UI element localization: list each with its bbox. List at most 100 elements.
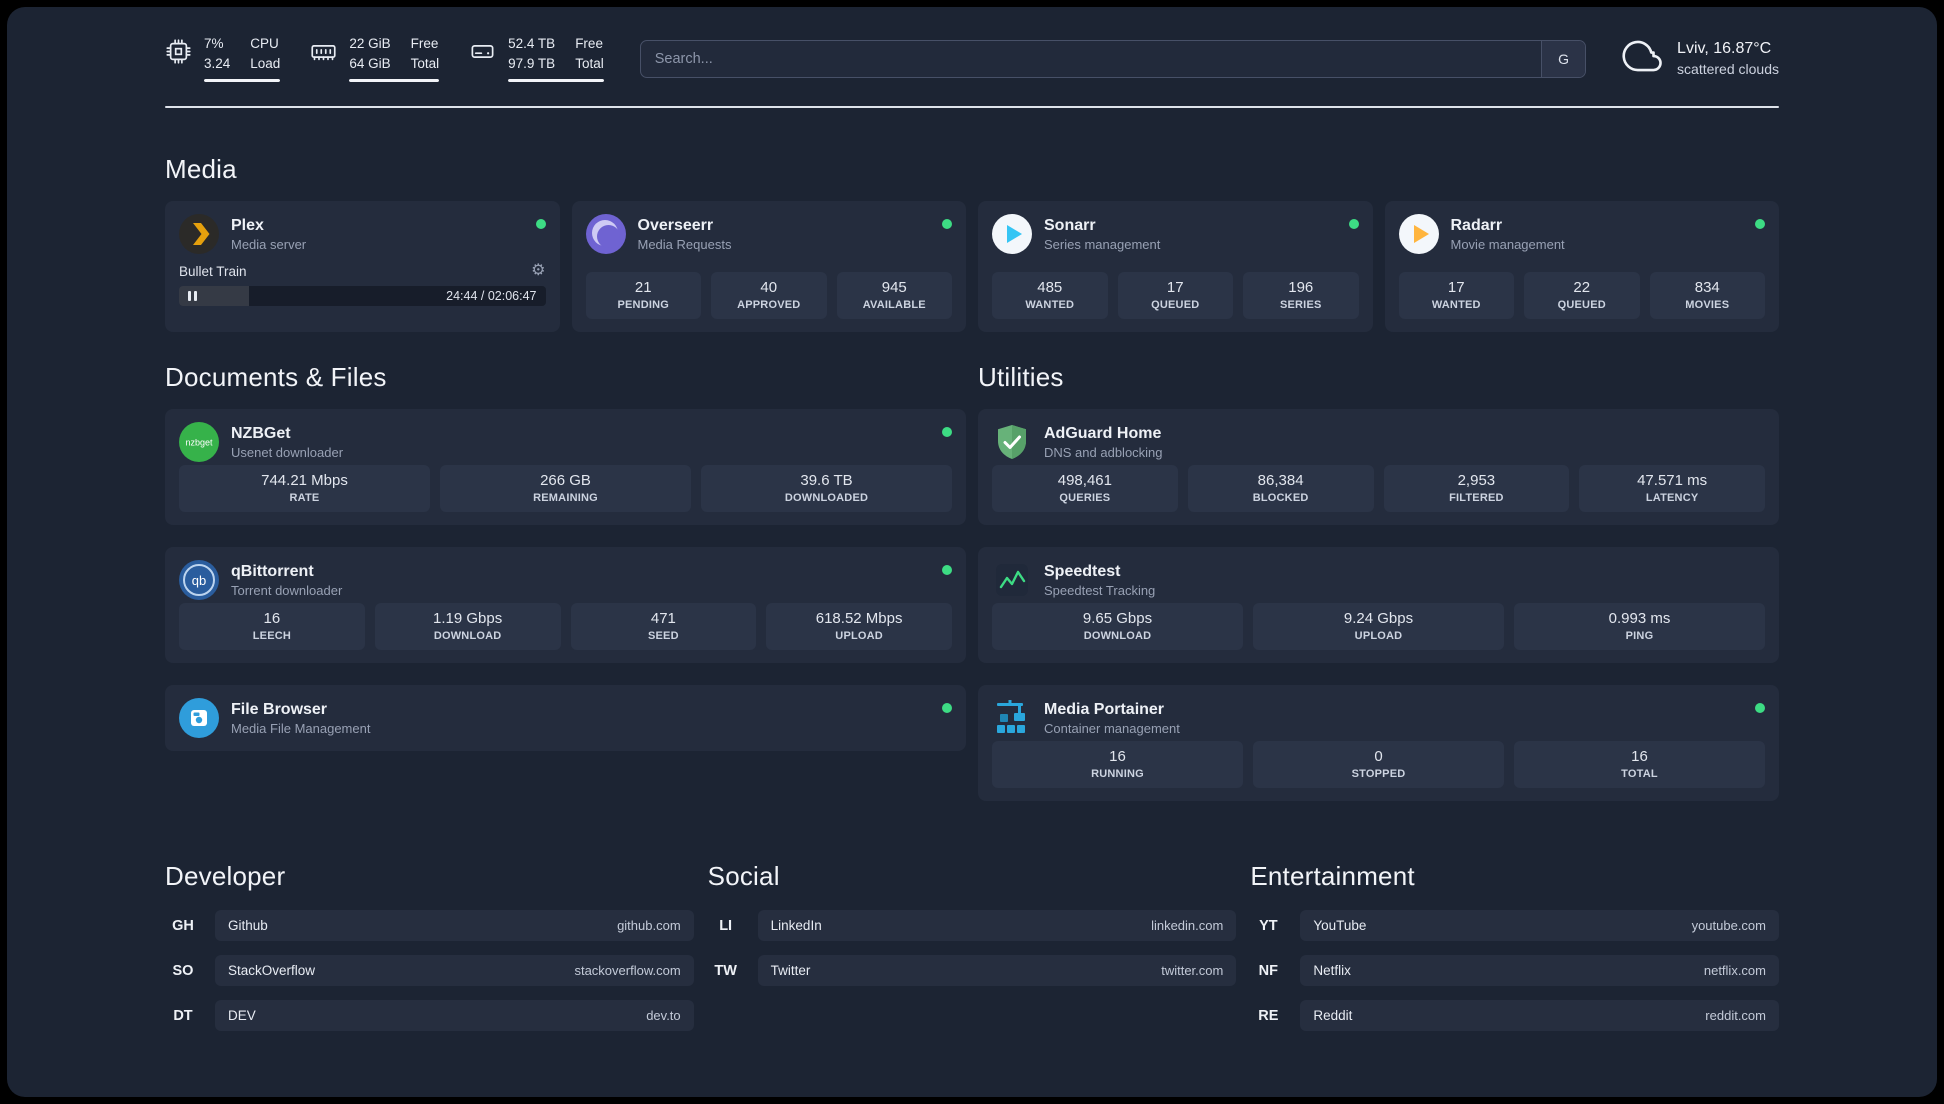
stat-tile: 2,953 FILTERED <box>1383 465 1570 512</box>
stat-tile: 9.24 Gbps UPLOAD <box>1253 603 1504 650</box>
stat-value: 17 <box>1447 279 1465 296</box>
bookmark-name: StackOverflow <box>228 963 316 978</box>
memory-icon <box>310 35 337 65</box>
status-online-dot <box>942 565 952 575</box>
stat-label: WANTED <box>1025 299 1075 311</box>
stat-label: PING <box>1625 630 1654 642</box>
bookmark-url: youtube.com <box>1691 918 1766 933</box>
bookmark-abbr: TW <box>714 962 737 979</box>
filebrowser-icon <box>179 698 219 738</box>
gear-icon[interactable]: ⚙ <box>531 263 545 279</box>
stat-label: LATENCY <box>1645 492 1699 504</box>
bookmark-name: Twitter <box>770 963 811 978</box>
qbittorrent-icon: qb <box>179 560 219 600</box>
stat-value: 945 <box>881 279 907 296</box>
ram-total-value: 64 GiB <box>349 55 391 71</box>
stat-label: TOTAL <box>1621 768 1658 780</box>
stat-tile: 16 RUNNING <box>992 741 1243 788</box>
stat-label: PENDING <box>617 299 670 311</box>
status-online-dot <box>1755 219 1765 229</box>
stat-tile: 17 WANTED <box>1398 272 1514 319</box>
plex-icon <box>179 214 219 254</box>
bookmark-link-linkedin[interactable]: LinkedIn linkedin.com <box>757 910 1237 941</box>
stat-value: 16 <box>1109 748 1126 765</box>
search-engine-button[interactable]: G <box>1541 40 1586 77</box>
dashboard-page: 7% CPU 3.24 Load 22 GiB Free 64 GiB Tota… <box>7 7 1937 1097</box>
ram-label-2: Total <box>410 55 440 71</box>
service-card-radarr[interactable]: Radarr Movie management 17 WANTED 22 QUE… <box>1384 201 1779 332</box>
section-title-social: Social <box>707 861 780 891</box>
cpu-percent: 7% <box>204 36 224 52</box>
service-card-plex[interactable]: Plex Media server Bullet Train ⚙ 24:44 /… <box>165 201 560 332</box>
portainer-icon <box>992 698 1032 738</box>
list-item: TW Twitter twitter.com <box>708 955 1237 986</box>
disk-total-value: 97.9 TB <box>508 55 556 71</box>
stat-label: BLOCKED <box>1252 492 1309 504</box>
stat-tile: 9.65 Gbps DOWNLOAD <box>992 603 1243 650</box>
bookmark-link-dev[interactable]: DEV dev.to <box>215 1000 694 1031</box>
service-desc: Speedtest Tracking <box>1044 582 1156 598</box>
service-name: NZBGet <box>231 424 291 442</box>
bookmark-link-github[interactable]: Github github.com <box>215 910 694 941</box>
stat-label: DOWNLOADED <box>784 492 869 504</box>
utilities-column: Utilities AdGuard Home DNS and adblockin… <box>978 362 1779 801</box>
stat-tile: 485 WANTED <box>992 272 1108 319</box>
list-item: NF Netflix netflix.com <box>1250 955 1779 986</box>
media-card-grid: Plex Media server Bullet Train ⚙ 24:44 /… <box>165 201 1779 332</box>
service-card-speedtest[interactable]: Speedtest Speedtest Tracking 9.65 Gbps D… <box>978 547 1779 663</box>
stat-value: 834 <box>1694 279 1720 296</box>
stat-tile: 744.21 Mbps RATE <box>179 465 430 512</box>
search-input[interactable] <box>640 40 1542 77</box>
service-card-overseerr[interactable]: Overseerr Media Requests 21 PENDING 40 A… <box>571 201 966 332</box>
disk-metric: 52.4 TB Free 97.9 TB Total <box>469 35 604 82</box>
service-card-adguard[interactable]: AdGuard Home DNS and adblocking 498,461 … <box>978 409 1779 525</box>
service-name: Speedtest <box>1044 562 1121 580</box>
service-desc: Container management <box>1044 720 1180 736</box>
stat-label: DOWNLOAD <box>433 630 502 642</box>
disk-free-value: 52.4 TB <box>508 36 556 52</box>
service-card-filebrowser[interactable]: File Browser Media File Management <box>165 685 966 751</box>
pause-icon[interactable] <box>188 291 197 301</box>
search-bar: G <box>639 39 1587 78</box>
section-title-utilities: Utilities <box>978 362 1064 392</box>
bookmark-abbr: YT <box>1259 917 1278 934</box>
service-desc: Series management <box>1044 236 1161 252</box>
svg-text:nzbget: nzbget <box>185 438 213 448</box>
stat-value: 744.21 Mbps <box>261 472 348 489</box>
bookmark-link-youtube[interactable]: YouTube youtube.com <box>1300 910 1779 941</box>
stat-value: 0 <box>1374 748 1383 765</box>
cpu-usage-bar <box>204 78 281 82</box>
bookmark-url: dev.to <box>646 1008 681 1023</box>
service-card-sonarr[interactable]: Sonarr Series management 485 WANTED 17 Q… <box>978 201 1373 332</box>
sonarr-icon <box>992 214 1032 254</box>
bookmark-link-netflix[interactable]: Netflix netflix.com <box>1300 955 1779 986</box>
bookmark-link-stackoverflow[interactable]: StackOverflow stackoverflow.com <box>215 955 694 986</box>
stat-tile: 22 QUEUED <box>1524 272 1640 319</box>
service-card-portainer[interactable]: Media Portainer Container management 16 … <box>978 685 1779 801</box>
service-desc: Media Requests <box>637 236 732 252</box>
list-item: RE Reddit reddit.com <box>1250 1000 1779 1031</box>
bookmark-url: twitter.com <box>1161 963 1224 978</box>
list-item: YT YouTube youtube.com <box>1250 910 1779 941</box>
stat-label: LEECH <box>252 630 292 642</box>
stat-value: 9.24 Gbps <box>1343 610 1414 627</box>
stat-value: 40 <box>760 279 778 296</box>
list-item: LI LinkedIn linkedin.com <box>708 910 1237 941</box>
bookmark-link-reddit[interactable]: Reddit reddit.com <box>1300 1000 1779 1031</box>
stat-value: 47.571 ms <box>1637 472 1708 489</box>
bookmark-group-developer: Developer GH Github github.com SO StackO… <box>165 861 694 1031</box>
cpu-icon <box>165 35 192 65</box>
list-item: GH Github github.com <box>165 910 694 941</box>
playback-progress-bar[interactable]: 24:44 / 02:06:47 <box>179 286 546 306</box>
section-title-media: Media <box>165 154 237 184</box>
bookmark-url: stackoverflow.com <box>574 963 681 978</box>
disk-usage-bar <box>508 78 604 82</box>
svg-text:qb: qb <box>192 573 206 588</box>
weather-widget[interactable]: Lviv, 16.87°C scattered clouds <box>1622 35 1779 82</box>
bookmark-link-twitter[interactable]: Twitter twitter.com <box>757 955 1237 986</box>
service-desc: Media File Management <box>231 720 371 736</box>
service-card-qbittorrent[interactable]: qb qBittorrent Torrent downloader 16 LEE… <box>165 547 966 663</box>
stat-label: QUEUED <box>1557 299 1606 311</box>
service-card-nzbget[interactable]: nzbget NZBGet Usenet downloader 744.21 M… <box>165 409 966 525</box>
bookmark-name: LinkedIn <box>770 918 822 933</box>
